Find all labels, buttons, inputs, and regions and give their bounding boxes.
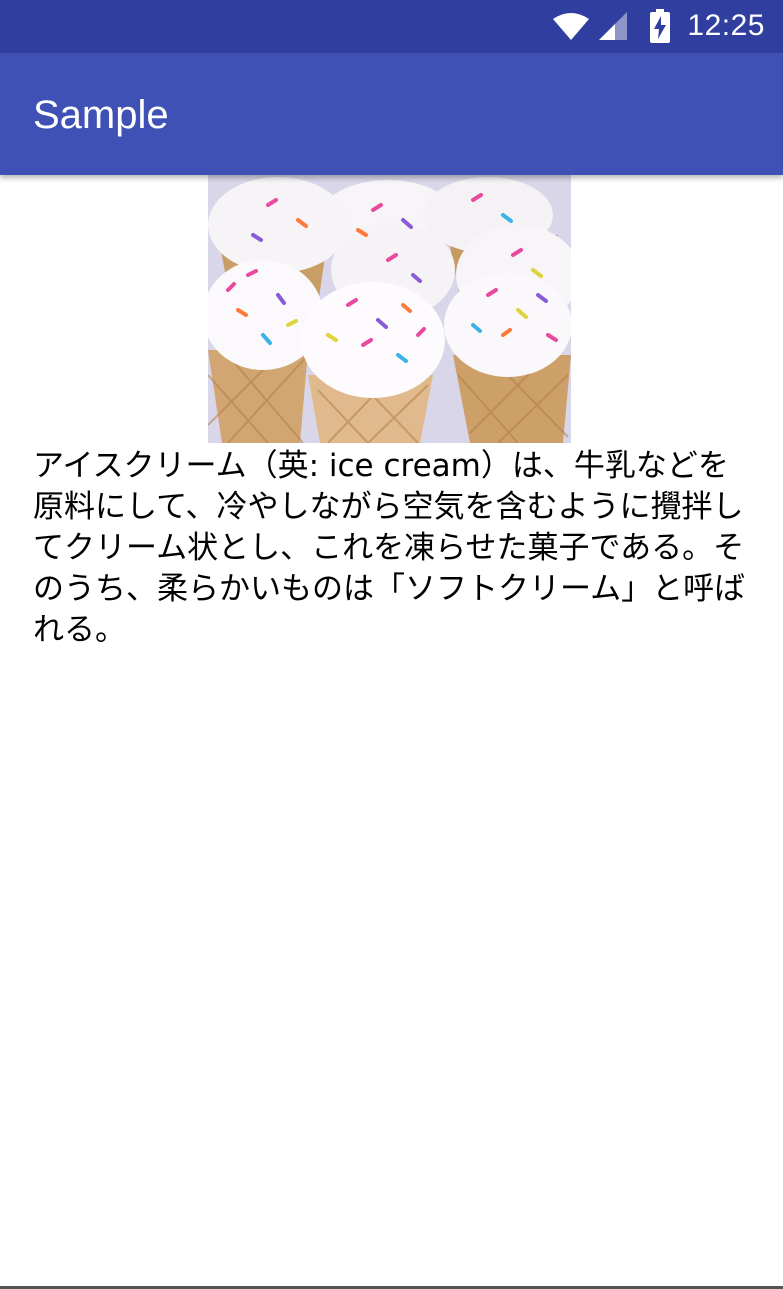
battery-charging-icon	[649, 9, 671, 43]
ice-cream-image	[208, 175, 571, 443]
status-clock: 12:25	[687, 9, 765, 42]
app-bar: Sample	[0, 53, 783, 175]
status-bar: 12:25	[0, 0, 783, 53]
description-paragraph: アイスクリーム（英: ice cream）は、牛乳などを原料にして、冷やしながら…	[33, 448, 746, 648]
wifi-icon	[551, 11, 591, 41]
app-title: Sample	[33, 93, 169, 137]
status-icons: 12:25	[551, 8, 765, 44]
cell-signal-icon	[597, 10, 629, 42]
